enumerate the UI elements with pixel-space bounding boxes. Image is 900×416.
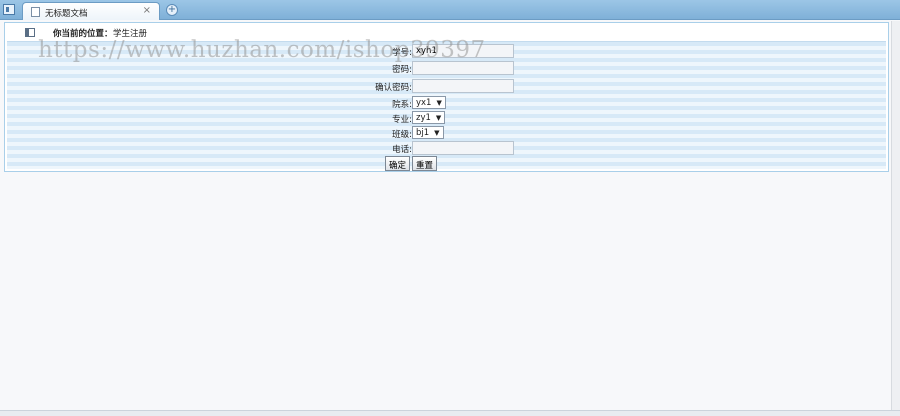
browser-tab-bar: 无标题文档 × + [0, 0, 900, 20]
phone-input[interactable] [412, 141, 514, 155]
confirm-password-label: 确认密码: [375, 83, 412, 93]
watermark-text: https://www.huzhan.com/ishop39397 [38, 37, 486, 63]
vertical-scrollbar[interactable] [891, 21, 900, 410]
button-row: 确定 重置 [7, 156, 886, 172]
status-bar [0, 410, 900, 416]
major-row: 专业: zy1 ▼ [7, 110, 886, 126]
department-select[interactable]: yx1 ▼ [412, 96, 446, 109]
department-label: 院系: [392, 100, 412, 110]
password-input[interactable] [412, 61, 514, 75]
layout-icon [25, 28, 35, 37]
chevron-down-icon: ▼ [434, 129, 440, 137]
class-selected-value: bj1 [416, 128, 430, 138]
major-label: 专业: [392, 115, 412, 125]
new-tab-icon[interactable]: + [166, 4, 178, 16]
class-label: 班级: [392, 130, 412, 140]
reset-button[interactable]: 重置 [412, 156, 438, 171]
password-label: 密码: [392, 65, 412, 75]
major-select[interactable]: zy1 ▼ [412, 111, 446, 124]
tab-title: 无标题文档 [45, 9, 88, 19]
phone-label: 电话: [392, 145, 412, 155]
chevron-down-icon: ▼ [435, 114, 442, 122]
confirm-password-input[interactable] [412, 79, 514, 93]
department-selected-value: yx1 [416, 98, 432, 108]
class-row: 班级: bj1 ▼ [7, 125, 886, 141]
browser-tab[interactable]: 无标题文档 × [22, 2, 160, 20]
close-tab-icon[interactable]: × [143, 6, 151, 16]
major-selected-value: zy1 [416, 113, 431, 123]
confirm-button[interactable]: 确定 [385, 156, 411, 171]
confirm-password-row: 确认密码: [7, 78, 886, 94]
department-row: 院系: yx1 ▼ [7, 95, 886, 111]
class-select[interactable]: bj1 ▼ [412, 126, 444, 139]
document-icon [31, 7, 40, 17]
chevron-down-icon: ▼ [436, 99, 442, 107]
phone-row: 电话: [7, 140, 886, 156]
browser-menu-icon[interactable] [3, 4, 15, 15]
